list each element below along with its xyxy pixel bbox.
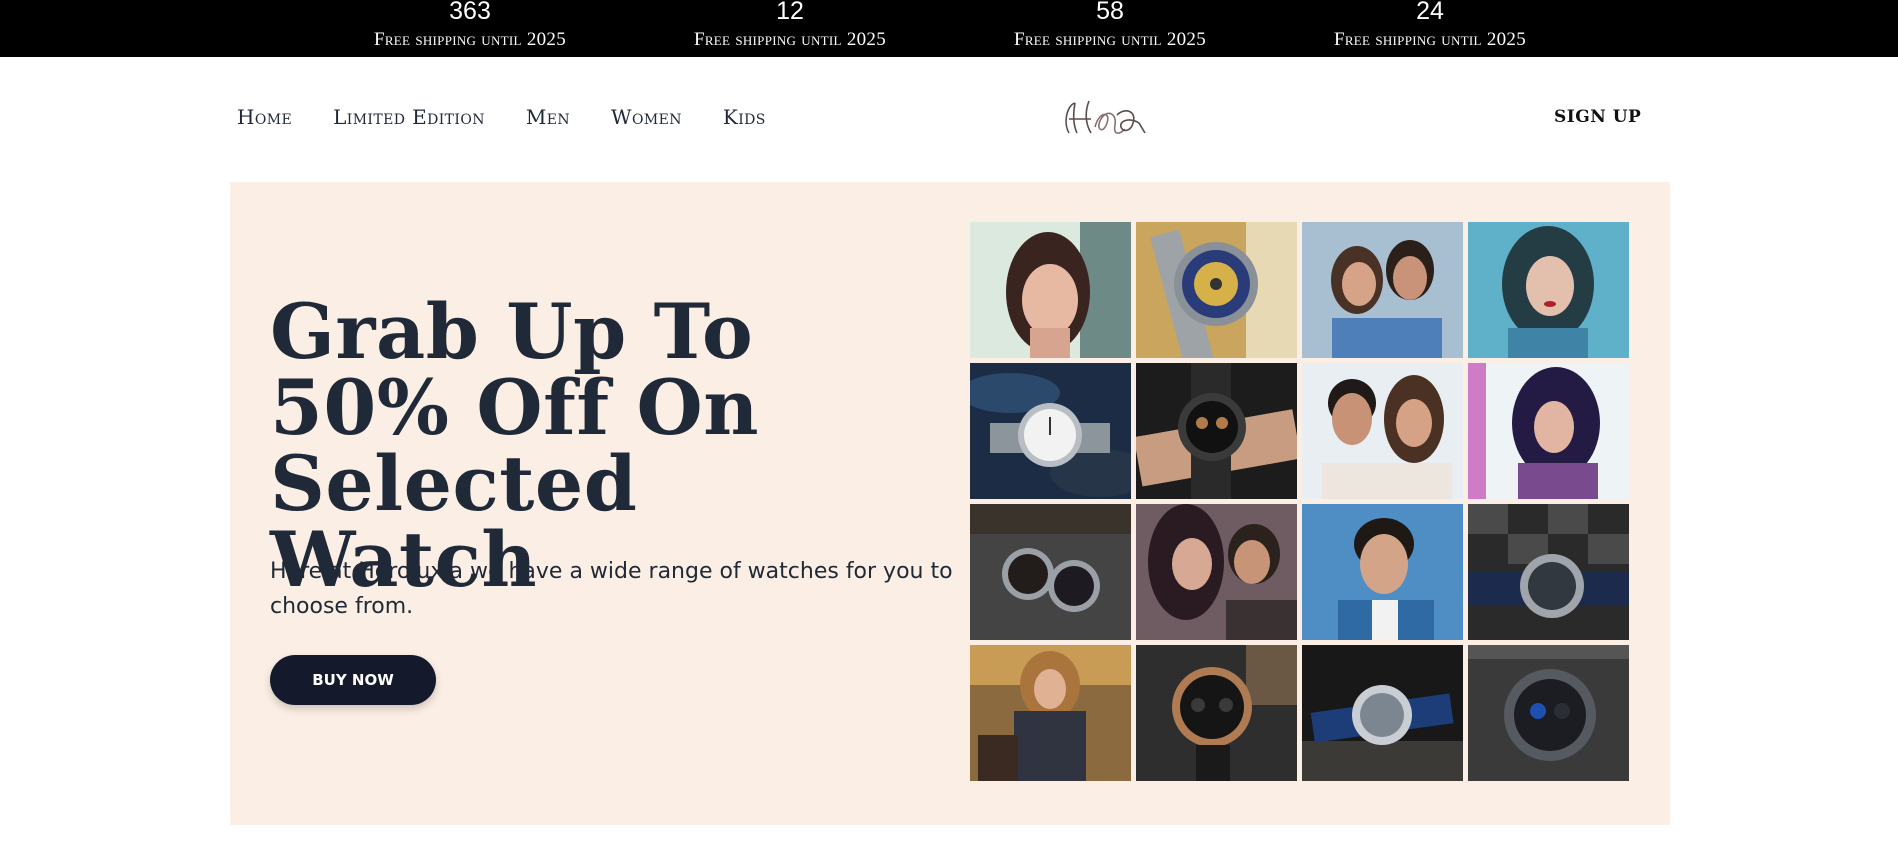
gallery-tile-woman-blue-portrait[interactable]	[1468, 222, 1629, 358]
counter-label: Free shipping until 2025	[693, 29, 887, 50]
nav-link-kids[interactable]: Kids	[723, 105, 766, 129]
main-navigation: Home Limited Edition Men Women Kids SIGN…	[0, 57, 1898, 182]
nav-link-women[interactable]: Women	[611, 105, 682, 129]
gallery-tile-rose-gold-chronograph[interactable]	[1136, 645, 1297, 781]
gallery-tile-woman-outdoor[interactable]	[970, 645, 1131, 781]
counter-4: 24 Free shipping until 2025	[1300, 0, 1560, 51]
top-countdown-bar: 363 Free shipping until 2025 12 Free shi…	[0, 0, 1898, 57]
gallery-tile-man-portrait[interactable]	[1302, 504, 1463, 640]
gallery-tile-blue-strap-skeleton-watch[interactable]	[1302, 645, 1463, 781]
gallery-tile-black-chronograph-wrist[interactable]	[1136, 363, 1297, 499]
counter-1: 363 Free shipping until 2025	[340, 0, 600, 51]
gallery-tile-pair-of-watches[interactable]	[970, 504, 1131, 640]
counter-value: 363	[449, 0, 491, 25]
gallery-tile-couple-photo[interactable]	[1302, 222, 1463, 358]
counter-label: Free shipping until 2025	[373, 29, 567, 50]
nav-links: Home Limited Edition Men Women Kids	[237, 105, 807, 129]
buy-now-button[interactable]: BUY NOW	[270, 655, 436, 705]
counter-value: 24	[1416, 0, 1444, 25]
nav-link-limited-edition[interactable]: Limited Edition	[333, 105, 485, 129]
hero-description: Here at Horoluxia we have a wide range o…	[270, 559, 953, 619]
counter-3: 58 Free shipping until 2025	[980, 0, 1240, 51]
gallery-tile-gold-skeleton-watch[interactable]	[1136, 222, 1297, 358]
nav-link-men[interactable]: Men	[526, 105, 570, 129]
counter-label: Free shipping until 2025	[1013, 29, 1207, 50]
gallery-tile-skeleton-watch-checkered[interactable]	[1468, 504, 1629, 640]
gallery-tile-silver-watch-on-rock[interactable]	[970, 363, 1131, 499]
product-gallery	[970, 222, 1631, 784]
hero-banner: Grab Up To 50% Off On Selected Watch Her…	[230, 182, 1670, 825]
counter-2: 12 Free shipping until 2025	[660, 0, 920, 51]
gallery-tile-black-sport-watch[interactable]	[1468, 645, 1629, 781]
nav-link-home[interactable]: Home	[237, 105, 292, 129]
gallery-tile-couple-embrace[interactable]	[1136, 504, 1297, 640]
brand-logo[interactable]	[1055, 93, 1155, 143]
signup-link[interactable]: SIGN UP	[1554, 107, 1641, 127]
gallery-tile-woman-portrait[interactable]	[970, 222, 1131, 358]
counter-value: 12	[776, 0, 804, 25]
hero-title: Grab Up To 50% Off On Selected Watch	[270, 287, 759, 604]
gallery-tile-woman-pink-portrait[interactable]	[1468, 363, 1629, 499]
gallery-tile-couple-photo-2[interactable]	[1302, 363, 1463, 499]
counter-value: 58	[1096, 0, 1124, 25]
counter-label: Free shipping until 2025	[1333, 29, 1527, 50]
